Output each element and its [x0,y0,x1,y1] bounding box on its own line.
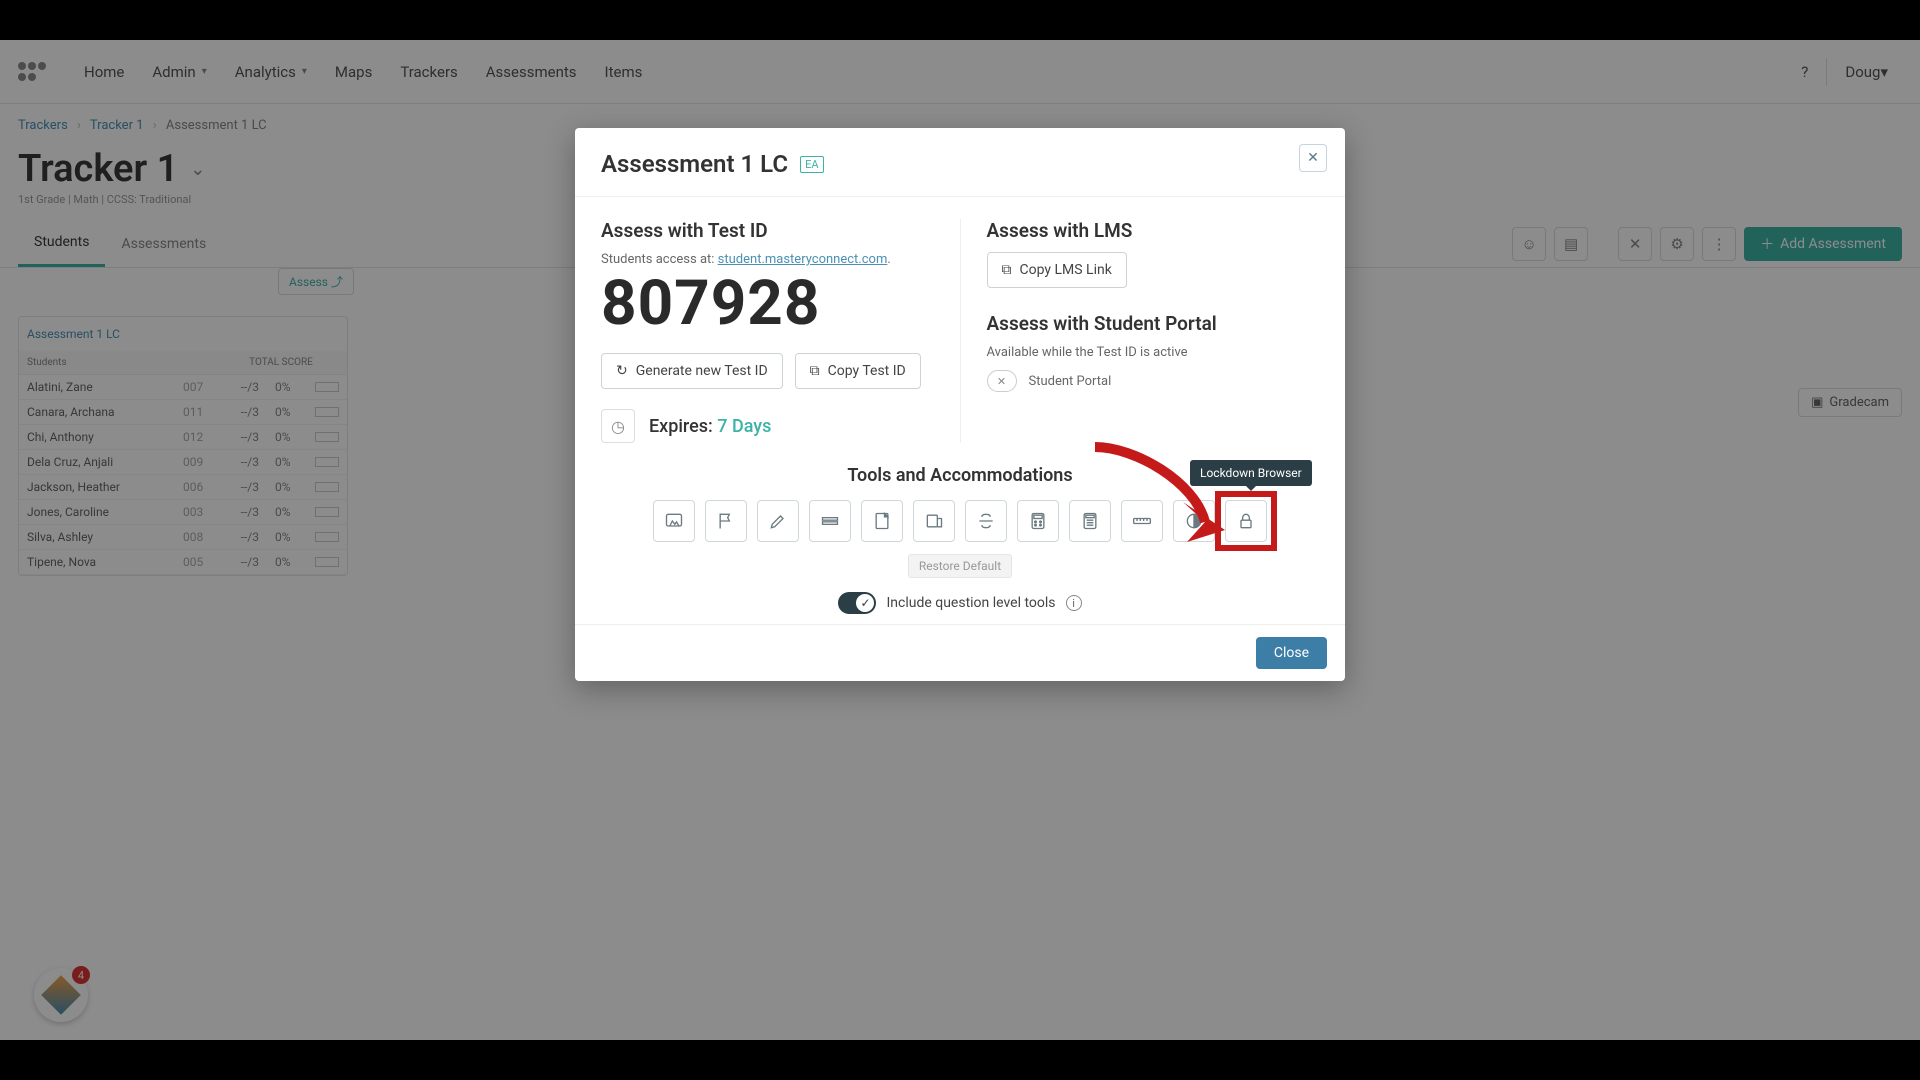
lockdown-tooltip: Lockdown Browser [1190,460,1312,486]
copy-icon: ⧉ [1002,262,1012,278]
restore-default-button[interactable]: Restore Default [908,554,1012,578]
tool-basic-calculator[interactable] [1017,500,1059,542]
tool-color-contrast[interactable] [1173,500,1215,542]
tool-flag[interactable] [705,500,747,542]
student-portal-link[interactable]: student.masteryconnect.com [718,252,888,267]
portal-heading: Assess with Student Portal [987,312,1320,335]
close-button[interactable]: Close [1256,637,1327,669]
test-id-value: 807928 [601,273,934,335]
info-icon[interactable]: i [1066,595,1082,611]
tool-lockdown-browser[interactable] [1225,500,1267,542]
tool-scratchpad[interactable] [757,500,799,542]
tool-ruler[interactable] [1121,500,1163,542]
refresh-icon: ↻ [616,363,628,379]
ea-badge: EA [800,156,823,173]
portal-toggle-off[interactable]: ✕ [987,370,1017,392]
copy-icon: ⧉ [810,363,820,379]
testid-heading: Assess with Test ID [601,219,934,242]
copy-test-id-button[interactable]: ⧉Copy Test ID [795,353,921,389]
generate-test-id-button[interactable]: ↻Generate new Test ID [601,353,783,389]
assess-modal: Assessment 1 LC EA ✕ Assess with Test ID… [575,128,1345,681]
tool-strikethrough[interactable] [965,500,1007,542]
expires-text: Expires: 7 Days [649,416,771,437]
close-icon[interactable]: ✕ [1299,144,1327,172]
include-tools-label: Include question level tools [886,595,1055,611]
include-tools-toggle[interactable]: ✓ [838,592,876,614]
tool-scientific-calculator[interactable] [1069,500,1111,542]
testid-helper: Students access at: student.masteryconne… [601,252,934,267]
portal-label: Student Portal [1029,374,1112,389]
lms-heading: Assess with LMS [987,219,1320,242]
tool-notepad[interactable] [861,500,903,542]
portal-helper: Available while the Test ID is active [987,345,1320,360]
tool-answer-masking[interactable] [653,500,695,542]
tool-line-reader[interactable] [809,500,851,542]
clock-icon[interactable]: ◷ [601,409,635,443]
copy-lms-link-button[interactable]: ⧉Copy LMS Link [987,252,1127,288]
tool-answer-eliminator[interactable] [913,500,955,542]
modal-title: Assessment 1 LC [601,150,788,178]
